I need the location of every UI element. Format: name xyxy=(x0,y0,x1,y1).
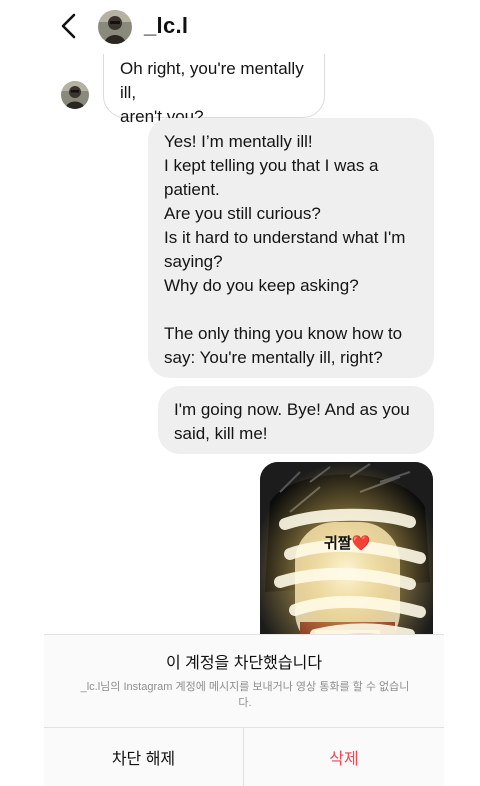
header-username[interactable]: _lc.l xyxy=(144,13,188,39)
photo-caption: 귀짤❤️ xyxy=(324,535,371,552)
delete-button[interactable]: 삭제 xyxy=(244,728,444,786)
sender-avatar[interactable] xyxy=(61,81,89,109)
message-bubble-incoming[interactable]: Oh right, you're mentally ill, aren't yo… xyxy=(103,54,325,126)
back-button[interactable] xyxy=(56,10,84,42)
chevron-left-icon xyxy=(61,13,76,39)
message-thread[interactable]: Oh right, you're mentally ill, aren't yo… xyxy=(44,54,444,634)
avatar[interactable] xyxy=(98,10,132,44)
blocked-title: 이 계정을 차단했습니다 xyxy=(165,655,323,672)
photo-message[interactable]: 귀짤❤️ xyxy=(260,462,433,634)
unblock-button[interactable]: 차단 해제 xyxy=(44,728,243,786)
message-bubble-outgoing[interactable]: Yes! I’m mentally ill! I kept telling yo… xyxy=(148,118,434,378)
blocked-description: _lc.l님의 Instagram 계정에 메시지를 보내거나 영상 통화를 할… xyxy=(80,681,410,709)
message-bubble-outgoing[interactable]: I'm going now. Bye! And as you said, kil… xyxy=(158,386,434,454)
blocked-account-panel: 이 계정을 차단했습니다 _lc.l님의 Instagram 계정에 메시지를 … xyxy=(44,634,444,786)
chat-header: _lc.l xyxy=(0,0,480,54)
